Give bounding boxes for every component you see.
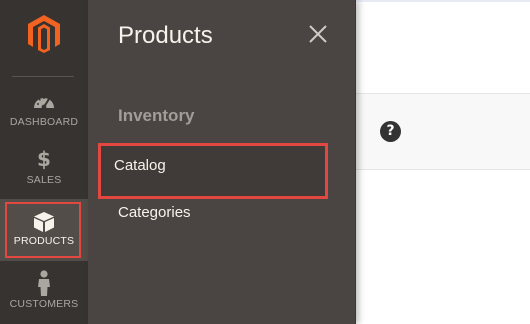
help-icon[interactable]: ? <box>380 121 401 142</box>
close-icon[interactable] <box>308 24 328 44</box>
person-icon <box>36 262 52 296</box>
sidebar-item-products[interactable]: PRODUCTS <box>0 199 88 261</box>
submenu-title: Products <box>118 22 213 49</box>
sidebar-item-dashboard[interactable]: DASHBOARD <box>0 88 88 150</box>
speedometer-icon <box>32 92 56 112</box>
highlight-box <box>5 202 81 258</box>
sidebar-item-label: DASHBOARD <box>9 116 79 128</box>
dollar-icon: $ <box>37 147 51 171</box>
magento-logo-icon[interactable] <box>26 14 62 54</box>
page-header-line <box>354 0 530 2</box>
submenu-link-categories[interactable]: Categories <box>102 190 342 236</box>
logo-divider <box>12 76 74 77</box>
admin-sidebar: DASHBOARD $ SALES PRODUCTS CUSTOMERS <box>0 0 88 324</box>
sidebar-item-customers[interactable]: CUSTOMERS <box>0 262 88 324</box>
submenu-section-inventory: Inventory <box>118 106 195 125</box>
sidebar-item-label: CUSTOMERS <box>9 298 79 310</box>
sidebar-item-label: SALES <box>26 174 62 186</box>
products-submenu: Products Inventory Catalog Categories <box>88 0 356 324</box>
